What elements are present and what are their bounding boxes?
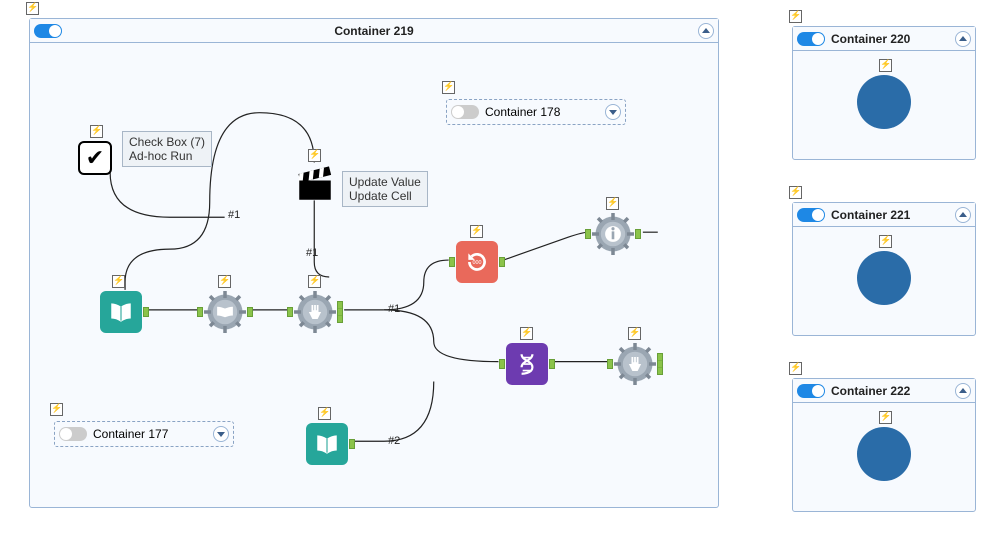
container-221-toggle[interactable] bbox=[797, 208, 825, 222]
container-222[interactable]: Container 222 bbox=[792, 378, 976, 512]
control-gear-node-1[interactable] bbox=[294, 291, 336, 333]
bolt-icon bbox=[606, 197, 619, 210]
bolt-icon bbox=[26, 2, 39, 15]
container-220-body[interactable] bbox=[793, 51, 975, 159]
container-222-collapse[interactable] bbox=[955, 383, 971, 399]
container-219-header[interactable]: Container 219 bbox=[30, 19, 718, 43]
container-221-body[interactable] bbox=[793, 227, 975, 335]
bolt-icon bbox=[879, 59, 892, 72]
bolt-icon bbox=[879, 411, 892, 424]
checkbox-label-line1: Check Box (7) bbox=[129, 135, 205, 149]
reader-gear-node[interactable] bbox=[204, 291, 246, 333]
container-178[interactable]: Container 178 bbox=[446, 99, 626, 125]
workflow-canvas[interactable]: Container 219 bbox=[0, 0, 999, 534]
bolt-icon bbox=[50, 403, 63, 416]
checkbox-node[interactable]: ✔ bbox=[78, 141, 112, 175]
container-222-header[interactable]: Container 222 bbox=[793, 379, 975, 403]
bolt-icon bbox=[520, 327, 533, 340]
bolt-icon bbox=[90, 125, 103, 138]
container-220[interactable]: Container 220 bbox=[792, 26, 976, 160]
dna-icon bbox=[514, 351, 540, 377]
container-220-toggle[interactable] bbox=[797, 32, 825, 46]
container-220-header[interactable]: Container 220 bbox=[793, 27, 975, 51]
bolt-icon bbox=[470, 225, 483, 238]
bolt-icon bbox=[442, 81, 455, 94]
container-177-title: Container 177 bbox=[93, 427, 168, 441]
container-219-collapse[interactable] bbox=[698, 23, 714, 39]
container-222-title: Container 222 bbox=[831, 384, 910, 398]
reader-node-2[interactable] bbox=[306, 423, 348, 465]
action-node[interactable] bbox=[294, 163, 336, 208]
container-221-title: Container 221 bbox=[831, 208, 910, 222]
container-219-toggle[interactable] bbox=[34, 24, 62, 38]
action-label-line2: Update Cell bbox=[349, 189, 412, 203]
collapsed-node-dot[interactable] bbox=[857, 75, 911, 129]
reader-node-1[interactable] bbox=[100, 291, 142, 333]
container-177-toggle[interactable] bbox=[59, 427, 87, 441]
container-220-collapse[interactable] bbox=[955, 31, 971, 47]
gear-icon bbox=[614, 343, 656, 385]
transform-node[interactable] bbox=[506, 343, 548, 385]
clapperboard-icon bbox=[294, 163, 336, 205]
retry-node[interactable]: 000 bbox=[456, 241, 498, 283]
container-222-toggle[interactable] bbox=[797, 384, 825, 398]
edge-label-1a: #1 bbox=[228, 209, 240, 221]
action-label-line1: Update Value bbox=[349, 175, 421, 189]
container-221-collapse[interactable] bbox=[955, 207, 971, 223]
gear-icon bbox=[294, 291, 336, 333]
container-222-body[interactable] bbox=[793, 403, 975, 511]
bolt-icon bbox=[628, 327, 641, 340]
bolt-icon bbox=[789, 362, 802, 375]
container-178-expand[interactable] bbox=[605, 104, 621, 120]
bolt-icon bbox=[789, 186, 802, 199]
bolt-icon bbox=[308, 275, 321, 288]
checkbox-label-line2: Ad-hoc Run bbox=[129, 149, 192, 163]
container-219-title: Container 219 bbox=[30, 24, 718, 38]
checkbox-annotation: Check Box (7) Ad-hoc Run bbox=[122, 131, 212, 167]
retry-icon: 000 bbox=[464, 249, 490, 275]
info-gear-node[interactable] bbox=[592, 213, 634, 255]
checkbox-icon: ✔ bbox=[78, 141, 112, 175]
container-221-header[interactable]: Container 221 bbox=[793, 203, 975, 227]
bolt-icon bbox=[112, 275, 125, 288]
bolt-icon bbox=[879, 235, 892, 248]
container-219[interactable]: Container 219 bbox=[29, 18, 719, 508]
svg-text:000: 000 bbox=[472, 260, 481, 266]
container-220-title: Container 220 bbox=[831, 32, 910, 46]
control-gear-node-2[interactable] bbox=[614, 343, 656, 385]
bolt-icon bbox=[308, 149, 321, 162]
gear-icon bbox=[592, 213, 634, 255]
book-open-icon bbox=[314, 431, 340, 457]
container-177-expand[interactable] bbox=[213, 426, 229, 442]
container-178-title: Container 178 bbox=[485, 105, 560, 119]
collapsed-node-dot[interactable] bbox=[857, 427, 911, 481]
bolt-icon bbox=[318, 407, 331, 420]
container-219-body[interactable]: ✔ Check Box (7) Ad-hoc Run Update Value … bbox=[30, 43, 718, 507]
bolt-icon bbox=[218, 275, 231, 288]
collapsed-node-dot[interactable] bbox=[857, 251, 911, 305]
container-177[interactable]: Container 177 bbox=[54, 421, 234, 447]
edge-label-2: #2 bbox=[388, 435, 400, 447]
book-open-icon bbox=[108, 299, 134, 325]
action-annotation: Update Value Update Cell bbox=[342, 171, 428, 207]
gear-icon bbox=[204, 291, 246, 333]
container-221[interactable]: Container 221 bbox=[792, 202, 976, 336]
edge-label-1c: #1 bbox=[388, 303, 400, 315]
container-178-toggle[interactable] bbox=[451, 105, 479, 119]
bolt-icon bbox=[789, 10, 802, 23]
edge-label-1b: #1 bbox=[306, 247, 318, 259]
